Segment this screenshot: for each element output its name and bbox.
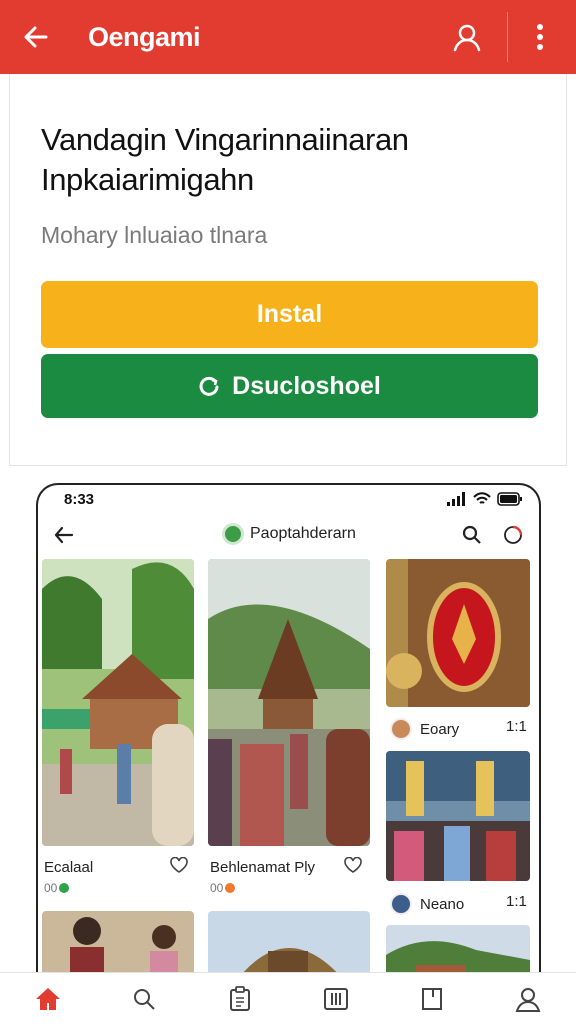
install-label: Instal — [256, 300, 323, 328]
more-vert-icon — [537, 24, 543, 50]
avatar — [390, 893, 412, 915]
side-count-text-2: 1:1 — [506, 893, 527, 910]
avatar — [390, 718, 412, 740]
nav-clipboard[interactable] — [218, 977, 262, 1021]
crowd-photo — [386, 751, 530, 881]
feed-meta-text-2: 00 — [210, 881, 224, 895]
feed-meta-1: 00 — [44, 881, 70, 895]
app-header-card: Vandagin Vingarinnaiinaran Inpkaiarimiga… — [9, 74, 567, 466]
account-button[interactable] — [445, 15, 489, 59]
nav-profile[interactable] — [506, 977, 550, 1021]
feed-caption-2: Behlenamat Ply — [210, 859, 316, 876]
phone-back-icon[interactable] — [52, 523, 76, 547]
phone-screenshot: 8:33 Paoptahderarn Ecalaal 00 Behlenamat… — [36, 483, 541, 983]
phone-record-icon[interactable] — [503, 525, 523, 545]
download-label: Dsucloshoel — [232, 371, 381, 400]
status-dot — [59, 883, 70, 893]
app-subtitle: Mohary lnluaiao tlnara — [41, 222, 268, 248]
nav-library[interactable] — [314, 977, 358, 1021]
nav-bookmark[interactable] — [410, 977, 454, 1021]
bookmark-icon — [422, 987, 442, 1010]
feed-caption-1: Ecalaal — [44, 859, 94, 876]
phone-title-text: Paoptahderarn — [250, 525, 356, 542]
nav-home[interactable] — [26, 977, 70, 1021]
phone-title: Paoptahderarn — [222, 523, 356, 545]
more-options-button[interactable] — [518, 15, 562, 59]
home-icon — [36, 987, 60, 1010]
phone-search-icon[interactable] — [462, 525, 482, 545]
side-label-2: Neano — [420, 895, 465, 913]
appbar-divider — [507, 12, 508, 62]
side-image-crowd[interactable] — [386, 751, 530, 881]
emblem-photo — [386, 559, 530, 707]
phone-status-bar: 8:33 — [38, 485, 539, 515]
side-label-1: Eoary — [420, 720, 460, 738]
back-button[interactable] — [14, 15, 58, 59]
side-item-2[interactable]: Neano — [390, 893, 464, 915]
side-image-emblem[interactable] — [386, 559, 530, 707]
feed-meta-text-1: 00 — [44, 881, 58, 895]
heart-icon[interactable] — [344, 857, 362, 873]
status-dot — [225, 883, 236, 893]
battery-icon — [497, 492, 522, 506]
side-count-text-1: 1:1 — [506, 718, 527, 735]
village-photo — [42, 559, 194, 846]
signal-icon — [447, 492, 465, 506]
back-arrow-icon — [24, 26, 48, 48]
bottom-nav — [0, 972, 576, 1024]
feed-meta-2: 00 — [210, 881, 236, 895]
phone-app-logo — [222, 523, 244, 545]
user-icon — [453, 24, 481, 52]
refresh-icon — [199, 376, 219, 396]
heart-icon[interactable] — [170, 857, 188, 873]
app-brand: Oengami — [88, 21, 201, 52]
feed-image-village[interactable] — [42, 559, 194, 846]
house-photo — [208, 559, 370, 846]
library-icon — [324, 987, 348, 1010]
app-bar: Oengami — [0, 0, 576, 74]
profile-icon — [515, 987, 541, 1012]
nav-search[interactable] — [122, 977, 166, 1021]
feed-image-traditional-house[interactable] — [208, 559, 370, 846]
status-time: 8:33 — [64, 491, 95, 508]
search-icon — [134, 988, 155, 1010]
install-button[interactable]: Instal — [41, 281, 538, 348]
download-button[interactable]: Dsucloshoel — [41, 354, 538, 418]
side-item-1[interactable]: Eoary — [390, 718, 459, 740]
app-title: Vandagin Vingarinnaiinaran Inpkaiarimiga… — [41, 122, 409, 197]
wifi-icon — [473, 492, 491, 504]
side-count-2: 1:1 — [506, 893, 527, 910]
phone-toolbar: Paoptahderarn — [38, 517, 539, 557]
clipboard-icon — [230, 985, 250, 1011]
system-icons — [447, 492, 523, 506]
side-count-1: 1:1 — [506, 718, 527, 735]
